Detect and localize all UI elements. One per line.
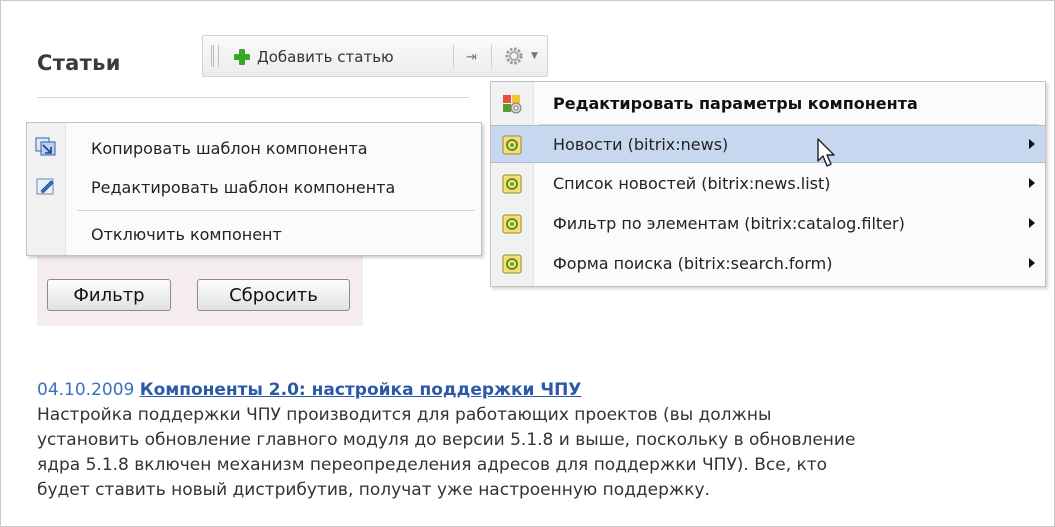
news-header: 04.10.2009 Компоненты 2.0: настройка под… <box>37 378 1037 403</box>
component-icon <box>502 254 522 274</box>
component-icon <box>502 214 522 234</box>
add-article-label: Добавить статью <box>257 48 394 66</box>
reset-button[interactable]: Сбросить <box>197 279 350 311</box>
pin-icon[interactable]: ⇥ <box>466 50 477 65</box>
menu-item-label: Отключить компонент <box>91 224 282 244</box>
component-settings-icon <box>503 95 522 114</box>
menu-item-search-form[interactable]: Форма поиска (bitrix:search.form) <box>491 245 1045 283</box>
menu-item-label: Форма поиска (bitrix:search.form) <box>553 254 833 273</box>
menu-item-copy-template[interactable]: Копировать шаблон компонента <box>27 129 481 167</box>
mouse-cursor-icon <box>817 138 835 167</box>
submenu-arrow-icon <box>1029 139 1035 149</box>
filter-button[interactable]: Фильтр <box>47 279 171 311</box>
news-title-link[interactable]: Компоненты 2.0: настройка поддержки ЧПУ <box>140 380 582 400</box>
component-icon <box>502 135 522 155</box>
menu-separator <box>77 210 475 211</box>
menu-item-news[interactable]: Новости (bitrix:news) <box>491 125 1045 163</box>
menu-item-edit-template[interactable]: Редактировать шаблон компонента <box>27 168 481 206</box>
copy-template-icon <box>35 137 56 156</box>
menu-item-label: Новости (bitrix:news) <box>553 135 729 154</box>
drag-handle[interactable] <box>211 45 219 67</box>
component-icon <box>502 174 522 194</box>
add-article-button[interactable]: Добавить статью <box>233 46 394 68</box>
gear-icon[interactable] <box>503 45 525 67</box>
component-toolbar: Добавить статью ⇥ ▼ <box>202 35 548 77</box>
menu-item-catalog-filter[interactable]: Фильтр по элементам (bitrix:catalog.filt… <box>491 205 1045 243</box>
template-context-menu: Копировать шаблон компонента Редактирова… <box>26 122 482 256</box>
news-preview-line: Настройка поддержки ЧПУ производится для… <box>37 405 772 425</box>
news-item: 04.10.2009 Компоненты 2.0: настройка под… <box>37 378 1037 503</box>
page-title: Статьи <box>37 51 121 75</box>
submenu-arrow-icon <box>1029 178 1035 188</box>
news-date: 04.10.2009 <box>37 380 135 400</box>
menu-item-label: Копировать шаблон компонента <box>91 138 368 158</box>
title-divider <box>37 97 469 98</box>
submenu-arrow-icon <box>1029 258 1035 268</box>
menu-item-label: Редактировать параметры компонента <box>553 94 918 113</box>
menu-item-label: Редактировать шаблон компонента <box>91 177 396 197</box>
news-preview-line: ядра 5.1.8 включен механизм переопределе… <box>37 455 828 475</box>
filter-panel: Фильтр Сбросить <box>37 256 363 326</box>
toolbar-divider <box>491 45 492 69</box>
news-preview-line: установить обновление главного модуля до… <box>37 430 856 450</box>
menu-item-edit-params[interactable]: Редактировать параметры компонента <box>491 85 1045 123</box>
plus-icon <box>233 48 251 66</box>
chevron-down-icon[interactable]: ▼ <box>531 51 538 61</box>
menu-item-label: Фильтр по элементам (bitrix:catalog.filt… <box>553 214 905 233</box>
menu-item-disable-component[interactable]: Отключить компонент <box>27 215 481 253</box>
component-settings-menu: Редактировать параметры компонента Новос… <box>490 81 1046 287</box>
submenu-arrow-icon <box>1029 218 1035 228</box>
edit-template-icon <box>36 178 54 195</box>
toolbar-divider <box>453 45 454 69</box>
menu-item-label: Список новостей (bitrix:news.list) <box>553 174 831 193</box>
page-frame: Статьи Добавить статью ⇥ ▼ Фильтр Сброси… <box>0 0 1055 527</box>
news-preview-line: будет ставить новый дистрибутив, получат… <box>37 480 710 500</box>
menu-item-news-list[interactable]: Список новостей (bitrix:news.list) <box>491 165 1045 203</box>
